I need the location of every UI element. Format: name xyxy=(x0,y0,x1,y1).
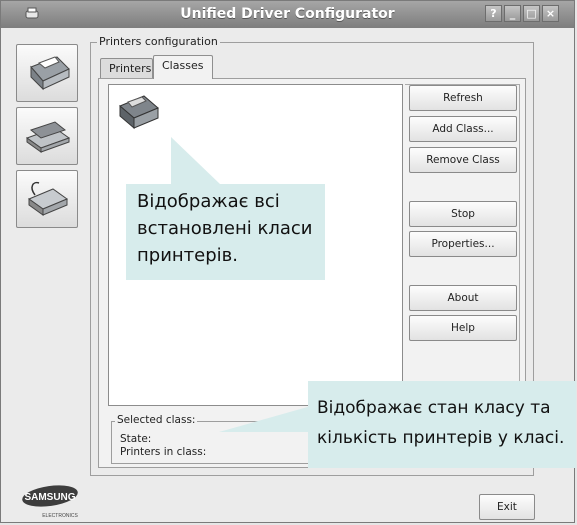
group-label: Printers configuration xyxy=(97,35,220,48)
callout-line: кількість принтерів у класі. xyxy=(317,428,565,448)
exit-button[interactable]: Exit xyxy=(479,494,535,520)
sidebar-item-scanners[interactable] xyxy=(16,107,78,165)
tab-printers[interactable]: Printers xyxy=(100,58,153,78)
printer-class-icon[interactable] xyxy=(114,88,166,136)
sidebar-item-printers[interactable] xyxy=(16,44,78,102)
callout-line: принтерів. xyxy=(137,245,238,266)
main-window: Unified Driver Configurator ? _ □ × Prin… xyxy=(0,0,576,523)
remove-class-button[interactable]: Remove Class xyxy=(409,147,517,173)
printers-in-class-label: Printers in class: xyxy=(120,446,207,458)
svg-text:SAMSUNG: SAMSUNG xyxy=(24,492,75,503)
add-class-button[interactable]: Add Class... xyxy=(409,116,517,142)
close-button[interactable]: × xyxy=(542,5,559,22)
classes-list-callout: Відображає всі встановлені класи принтер… xyxy=(126,184,325,280)
refresh-button[interactable]: Refresh xyxy=(409,85,517,111)
help-button[interactable]: Help xyxy=(409,315,517,341)
minimize-button[interactable]: _ xyxy=(504,5,521,22)
state-callout: Відображає стан класу та кількість принт… xyxy=(308,381,576,468)
maximize-button[interactable]: □ xyxy=(523,5,540,22)
sidebar-item-ports[interactable] xyxy=(16,170,78,228)
printer-icon xyxy=(30,56,70,91)
properties-button[interactable]: Properties... xyxy=(409,231,517,257)
callout-line: Відображає стан класу та xyxy=(317,398,551,418)
callout-pointer-top xyxy=(171,137,221,185)
svg-text:ELECTRONICS: ELECTRONICS xyxy=(42,513,78,519)
about-button[interactable]: About xyxy=(409,285,517,311)
state-label: State: xyxy=(120,433,152,445)
callout-line: встановлені класи xyxy=(137,218,313,239)
scanner-icon xyxy=(25,121,71,153)
help-window-button[interactable]: ? xyxy=(485,5,502,22)
selected-class-label: Selected class: xyxy=(115,414,198,426)
callout-pointer-bottom xyxy=(219,406,311,432)
port-icon xyxy=(27,181,69,216)
stop-button[interactable]: Stop xyxy=(409,201,517,227)
samsung-logo: SAMSUNG ELECTRONICS xyxy=(22,485,78,519)
title-bar[interactable]: Unified Driver Configurator ? _ □ × xyxy=(1,1,574,28)
callout-line: Відображає всі xyxy=(137,191,280,212)
tab-classes[interactable]: Classes xyxy=(153,55,213,79)
